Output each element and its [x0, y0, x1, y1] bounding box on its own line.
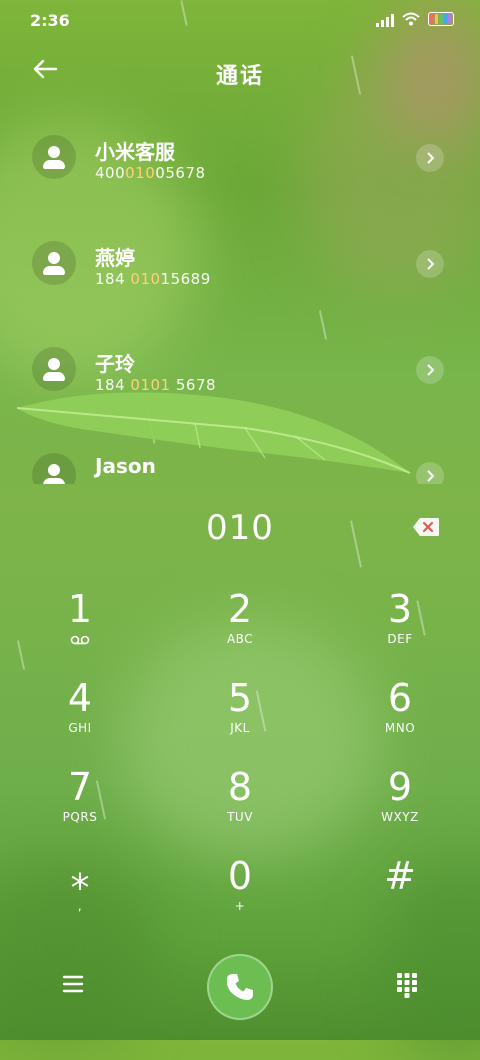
chevron-right-icon[interactable]: [416, 144, 444, 172]
voicemail-icon: [70, 635, 90, 645]
dialer-actions: [0, 954, 480, 1024]
avatar-icon: [32, 135, 76, 179]
status-time: 2:36: [30, 11, 70, 30]
key-4[interactable]: 4 GHI: [20, 677, 140, 757]
contact-number: 184 01015689: [95, 270, 211, 288]
status-bar: 2:36: [0, 0, 480, 40]
dialed-number: 010: [206, 508, 274, 548]
key-0[interactable]: 0 +: [180, 855, 300, 935]
leaf-decoration: [16, 392, 411, 474]
contact-name: 小米客服: [95, 140, 175, 164]
contact-row[interactable]: 小米客服 40001005678: [0, 104, 480, 210]
key-hash[interactable]: #: [340, 855, 460, 935]
dialer-panel: 010 1 2 ABC 3 DEF 4 GHI 5 JKL 6 MNO 7 PQ…: [0, 484, 480, 1040]
contact-row[interactable]: 燕婷 184 01015689: [0, 210, 480, 316]
wifi-icon: [402, 12, 420, 26]
key-5[interactable]: 5 JKL: [180, 677, 300, 757]
backspace-icon[interactable]: [412, 517, 440, 537]
signal-icon: [376, 14, 394, 27]
key-2[interactable]: 2 ABC: [180, 588, 300, 668]
header: 通话: [0, 40, 480, 102]
key-9[interactable]: 9 WXYZ: [340, 766, 460, 846]
contact-list[interactable]: 小米客服 40001005678 燕婷 184 01015689 子玲 184 …: [0, 104, 480, 484]
key-8[interactable]: 8 TUV: [180, 766, 300, 846]
avatar-icon: [32, 241, 76, 285]
contact-name: 燕婷: [95, 246, 135, 270]
key-6[interactable]: 6 MNO: [340, 677, 460, 757]
menu-icon[interactable]: [60, 974, 86, 994]
key-3[interactable]: 3 DEF: [340, 588, 460, 668]
page-title: 通话: [215, 64, 264, 89]
key-1[interactable]: 1: [20, 588, 140, 668]
contact-number: 40001005678: [95, 164, 206, 182]
phone-icon: [226, 974, 253, 1000]
call-button[interactable]: [207, 954, 273, 1020]
battery-icon: [428, 12, 454, 26]
contact-name: 子玲: [95, 352, 135, 376]
keypad-icon[interactable]: [396, 972, 418, 998]
key-star[interactable]: ⁎ ,: [20, 855, 140, 935]
key-7[interactable]: 7 PQRS: [20, 766, 140, 846]
avatar-icon: [32, 347, 76, 391]
chevron-right-icon[interactable]: [416, 356, 444, 384]
chevron-right-icon[interactable]: [416, 250, 444, 278]
